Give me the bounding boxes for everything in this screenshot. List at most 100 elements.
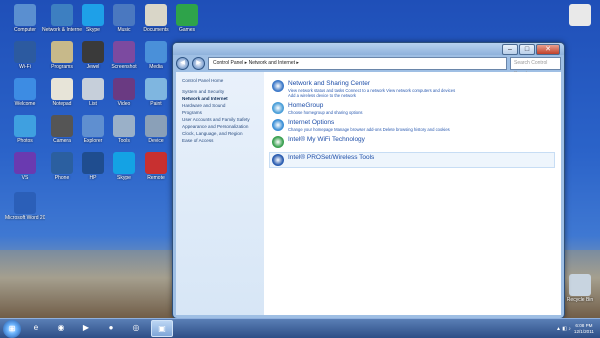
sidebar-item[interactable]: Ease of Access	[182, 137, 264, 144]
app-icon	[14, 41, 36, 63]
taskbar-item[interactable]: ◉	[51, 320, 71, 335]
desktop-icon[interactable]: Remote	[136, 152, 176, 181]
taskbar: ⊞ e ◉ ▶ ● ◎ ▣ ▲ ◧ ♪ 6:08 PM 12/1/2011	[0, 318, 600, 338]
close-button[interactable]: ✕	[536, 44, 560, 55]
app-icon	[569, 274, 591, 296]
app-icon	[176, 4, 198, 26]
category-item[interactable]: Intel® PROSet/Wireless Tools	[269, 152, 555, 168]
category-item[interactable]: HomeGroup Choose homegroup and sharing op…	[272, 102, 555, 115]
sidebar: Control Panel Home System and Security Ne…	[176, 72, 264, 315]
back-button[interactable]: ◀	[176, 56, 189, 70]
desktop-icon[interactable]: Wi-Fi	[5, 41, 45, 70]
desktop-icon-label: Microsoft Word 2010	[5, 215, 45, 221]
category-title[interactable]: Network and Sharing Center	[288, 80, 455, 88]
app-icon	[145, 41, 167, 63]
category-text: Network and Sharing Center View network s…	[288, 80, 455, 98]
app-icon	[14, 4, 36, 26]
app-icon	[82, 78, 104, 100]
category-title[interactable]: Internet Options	[288, 119, 450, 127]
taskbar-item[interactable]: ▣	[151, 320, 173, 337]
clock-time: 6:08 PM	[575, 322, 593, 328]
category-item[interactable]: Internet Options Change your homepage Man…	[272, 119, 555, 132]
category-links[interactable]: Change your homepage Manage browser add-…	[288, 127, 450, 132]
app-icon	[14, 192, 36, 214]
desktop-icon-label: Device	[148, 138, 164, 144]
navigation-bar: ◀ ▶ Control Panel ▸ Network and Internet…	[176, 56, 561, 77]
sidebar-items: System and Security Network and Internet H…	[182, 88, 264, 144]
forward-button[interactable]: ▶	[192, 56, 205, 70]
app-icon	[145, 4, 167, 26]
minimize-button[interactable]: –	[502, 44, 518, 55]
desktop-icon[interactable]: Games	[167, 4, 207, 33]
app-icon	[51, 152, 73, 174]
taskbar-item[interactable]: ◎	[126, 320, 146, 335]
system-tray: ▲ ◧ ♪ 6:08 PM 12/1/2011	[556, 323, 600, 335]
desktop-icon[interactable]: Computer	[5, 4, 45, 33]
category-title[interactable]: HomeGroup	[288, 102, 363, 110]
sidebar-item[interactable]: System and Security	[182, 88, 264, 95]
category-text: Intel® My WiFi Technology	[288, 136, 365, 148]
desktop-icon-label: VS	[21, 175, 29, 181]
desktop-icon-label: Photos	[17, 138, 33, 144]
app-icon	[113, 115, 135, 137]
category-list: Network and Sharing Center View network s…	[264, 72, 561, 315]
category-icon	[272, 154, 284, 166]
clock[interactable]: 6:08 PM 12/1/2011	[574, 323, 594, 335]
app-icon	[51, 115, 73, 137]
search-input[interactable]: Search Control Panel	[510, 56, 561, 77]
caption-buttons: – □ ✕	[502, 44, 560, 55]
app-icon	[14, 115, 36, 137]
sidebar-item[interactable]: Network and Internet	[182, 95, 264, 102]
taskbar-item[interactable]: ▶	[76, 320, 96, 335]
app-icon	[113, 152, 135, 174]
desktop-icon-label: Remote	[147, 175, 165, 181]
desktop-icon[interactable]: Photos	[5, 115, 45, 144]
desktop-icon[interactable]: Recycle Bin	[560, 274, 600, 303]
window-content: Control Panel Home System and Security Ne…	[176, 72, 561, 315]
taskbar-item[interactable]: e	[26, 320, 46, 335]
sidebar-item[interactable]: Appearance and Personalization	[182, 123, 264, 130]
desktop-icon[interactable]: VS	[5, 152, 45, 181]
start-button[interactable]: ⊞	[3, 319, 21, 338]
app-icon	[145, 78, 167, 100]
app-icon	[51, 4, 73, 26]
desktop-icon[interactable]	[560, 4, 600, 27]
maximize-button[interactable]: □	[519, 44, 535, 55]
app-icon	[14, 78, 36, 100]
address-bar[interactable]: Control Panel ▸ Network and Internet ▸	[208, 56, 507, 70]
sidebar-item[interactable]: Clock, Language, and Region	[182, 130, 264, 137]
category-icon	[272, 80, 284, 92]
app-icon	[113, 4, 135, 26]
desktop-icon-label: Wi-Fi	[19, 64, 31, 70]
sidebar-item[interactable]: Hardware and Sound	[182, 102, 264, 109]
category-links[interactable]: Choose homegroup and sharing options	[288, 110, 363, 115]
tray-icons[interactable]: ▲ ◧ ♪	[556, 326, 571, 332]
desktop-icon[interactable]: Welcome	[5, 78, 45, 107]
category-item[interactable]: Intel® My WiFi Technology	[272, 136, 555, 148]
category-text: HomeGroup Choose homegroup and sharing op…	[288, 102, 363, 115]
app-icon	[14, 152, 36, 174]
control-panel-window[interactable]: – □ ✕ ◀ ▶ Control Panel ▸ Network and In…	[172, 42, 565, 319]
desktop-icon[interactable]: Microsoft Word 2010	[5, 192, 45, 221]
app-icon	[82, 41, 104, 63]
category-text: Internet Options Change your homepage Man…	[288, 119, 450, 132]
category-links[interactable]: Add a wireless device to the network	[288, 93, 455, 98]
sidebar-item[interactable]: User Accounts and Family Safety	[182, 116, 264, 123]
sidebar-home-link[interactable]: Control Panel Home	[182, 77, 264, 84]
desktop-icon-label: Paint	[150, 101, 162, 107]
desktop-icon-label: Media	[149, 64, 163, 70]
category-title[interactable]: Intel® PROSet/Wireless Tools	[288, 154, 374, 162]
category-title[interactable]: Intel® My WiFi Technology	[288, 136, 365, 144]
taskbar-item[interactable]: ●	[101, 320, 121, 335]
app-icon	[82, 4, 104, 26]
category-text: Intel® PROSet/Wireless Tools	[288, 154, 374, 166]
app-icon	[82, 152, 104, 174]
desktop-icon-label: Games	[178, 27, 196, 33]
sidebar-item[interactable]: Programs	[182, 109, 264, 116]
desktop-icon[interactable]: Device	[136, 115, 176, 144]
category-icon	[272, 119, 284, 131]
category-item[interactable]: Network and Sharing Center View network s…	[272, 80, 555, 98]
desktop-icon[interactable]: Paint	[136, 78, 176, 107]
desktop-icon[interactable]: Media	[136, 41, 176, 70]
app-icon	[113, 41, 135, 63]
